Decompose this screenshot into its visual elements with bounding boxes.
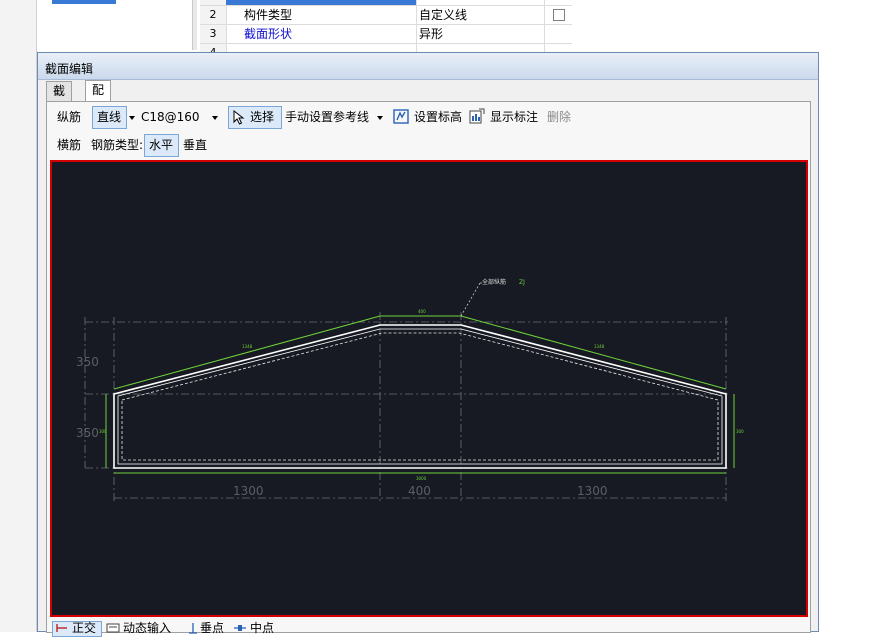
row-selection-highlight <box>226 0 416 5</box>
rebar-dimension-texts: 1348 400 1348 3000 300 300 <box>99 309 744 481</box>
svg-text:300: 300 <box>736 429 744 434</box>
rebar-dimension-lines <box>105 315 735 474</box>
perpendicular-snap-toggle[interactable]: 垂点 <box>200 619 224 635</box>
dim-bottom-middle: 400 <box>408 484 431 498</box>
section-inner-outline <box>117 328 723 465</box>
property-row[interactable]: 2 构件类型 自定义线 <box>200 6 572 25</box>
vertical-button[interactable]: 垂直 <box>183 135 207 155</box>
show-annotation-button[interactable]: 显示标注 <box>490 107 538 127</box>
row-number: 3 <box>200 25 227 43</box>
line-mode-dropdown-icon[interactable] <box>129 116 135 120</box>
dialog-title: 截面编辑 <box>45 62 94 76</box>
lock-checkbox-cell <box>544 0 571 5</box>
longitudinal-rebar-label: 纵筋 <box>57 110 82 124</box>
leader-tag: ZJ <box>519 279 525 286</box>
section-outline <box>113 324 727 469</box>
dimension-texts: 1300 400 1300 350 350 <box>76 355 608 498</box>
rebar-spec-input[interactable]: C18@160 <box>141 107 200 127</box>
set-elevation-icon[interactable] <box>393 109 409 124</box>
drawing-canvas[interactable]: 1348 400 1348 3000 300 300 全部纵筋 ZJ 1300 … <box>50 160 808 617</box>
dynamic-input-toggle[interactable]: 动态输入 <box>123 619 171 635</box>
row-number <box>200 0 227 5</box>
delete-button[interactable]: 删除 <box>547 107 571 127</box>
rebar-spec-dropdown-icon[interactable] <box>212 116 218 120</box>
transverse-rebar-label: 横筋 <box>57 138 82 152</box>
set-elevation-button[interactable]: 设置标高 <box>414 107 462 127</box>
left-sidebar <box>0 0 37 632</box>
manual-ref-line-dropdown-icon[interactable] <box>377 116 383 120</box>
status-bar: 正交 动态输入 垂点 中点 <box>50 619 808 637</box>
dialog-titlebar[interactable]: 截面编辑 <box>38 53 818 80</box>
property-row[interactable]: 3 截面形状 异形 <box>200 25 572 44</box>
ortho-label: 正交 <box>72 621 97 635</box>
rebar-type-label: 钢筋类型: <box>91 138 144 152</box>
cursor-arrow-icon <box>233 110 245 125</box>
perpendicular-icon <box>189 623 197 634</box>
dim-left-lower: 350 <box>76 426 99 440</box>
section-drawing: 1348 400 1348 3000 300 300 全部纵筋 ZJ 1300 … <box>76 278 744 502</box>
manual-ref-line-button[interactable]: 手动设置参考线 <box>285 107 369 127</box>
tab-reinforcement[interactable]: 配筋 <box>85 80 112 116</box>
dim-bottom-left: 1300 <box>233 484 264 498</box>
row-number: 2 <box>200 6 227 24</box>
left-selected-item[interactable] <box>52 0 116 4</box>
horizontal-label: 水平 <box>149 138 174 152</box>
midpoint-icon <box>234 625 246 631</box>
svg-text:3000: 3000 <box>416 476 427 481</box>
svg-text:400: 400 <box>418 309 426 314</box>
dim-bottom-right: 1300 <box>577 484 608 498</box>
property-grid: 2 构件类型 自定义线 3 截面形状 异形 4 <box>200 0 574 63</box>
select-label: 选择 <box>250 110 275 124</box>
property-value[interactable]: 异形 <box>416 25 543 43</box>
lock-checkbox[interactable] <box>553 9 565 21</box>
rebar-line <box>121 332 719 461</box>
midpoint-snap-toggle[interactable]: 中点 <box>250 619 274 635</box>
line-mode-label: 直线 <box>97 110 122 124</box>
tab-section[interactable]: 截面 <box>46 81 73 117</box>
section-edit-dialog: 截面编辑 截面 配筋 纵筋 直线 C18@160 选择 手动设置参考线 设置标高 <box>37 52 819 637</box>
dim-left-upper: 350 <box>76 355 99 369</box>
property-name: 构件类型 <box>244 8 293 22</box>
panel-splitter[interactable] <box>192 0 197 50</box>
property-value[interactable]: 自定义线 <box>416 6 543 24</box>
property-value[interactable] <box>416 0 543 5</box>
svg-text:1348: 1348 <box>242 344 253 349</box>
show-annotation-icon[interactable] <box>469 108 485 124</box>
lock-checkbox-cell <box>544 6 571 24</box>
property-name-link[interactable]: 截面形状 <box>244 25 292 43</box>
lock-checkbox-cell <box>544 25 571 43</box>
leader-line <box>460 282 481 317</box>
leader-label: 全部纵筋 <box>482 278 506 286</box>
svg-text:1348: 1348 <box>594 344 605 349</box>
svg-text:300: 300 <box>99 429 107 434</box>
